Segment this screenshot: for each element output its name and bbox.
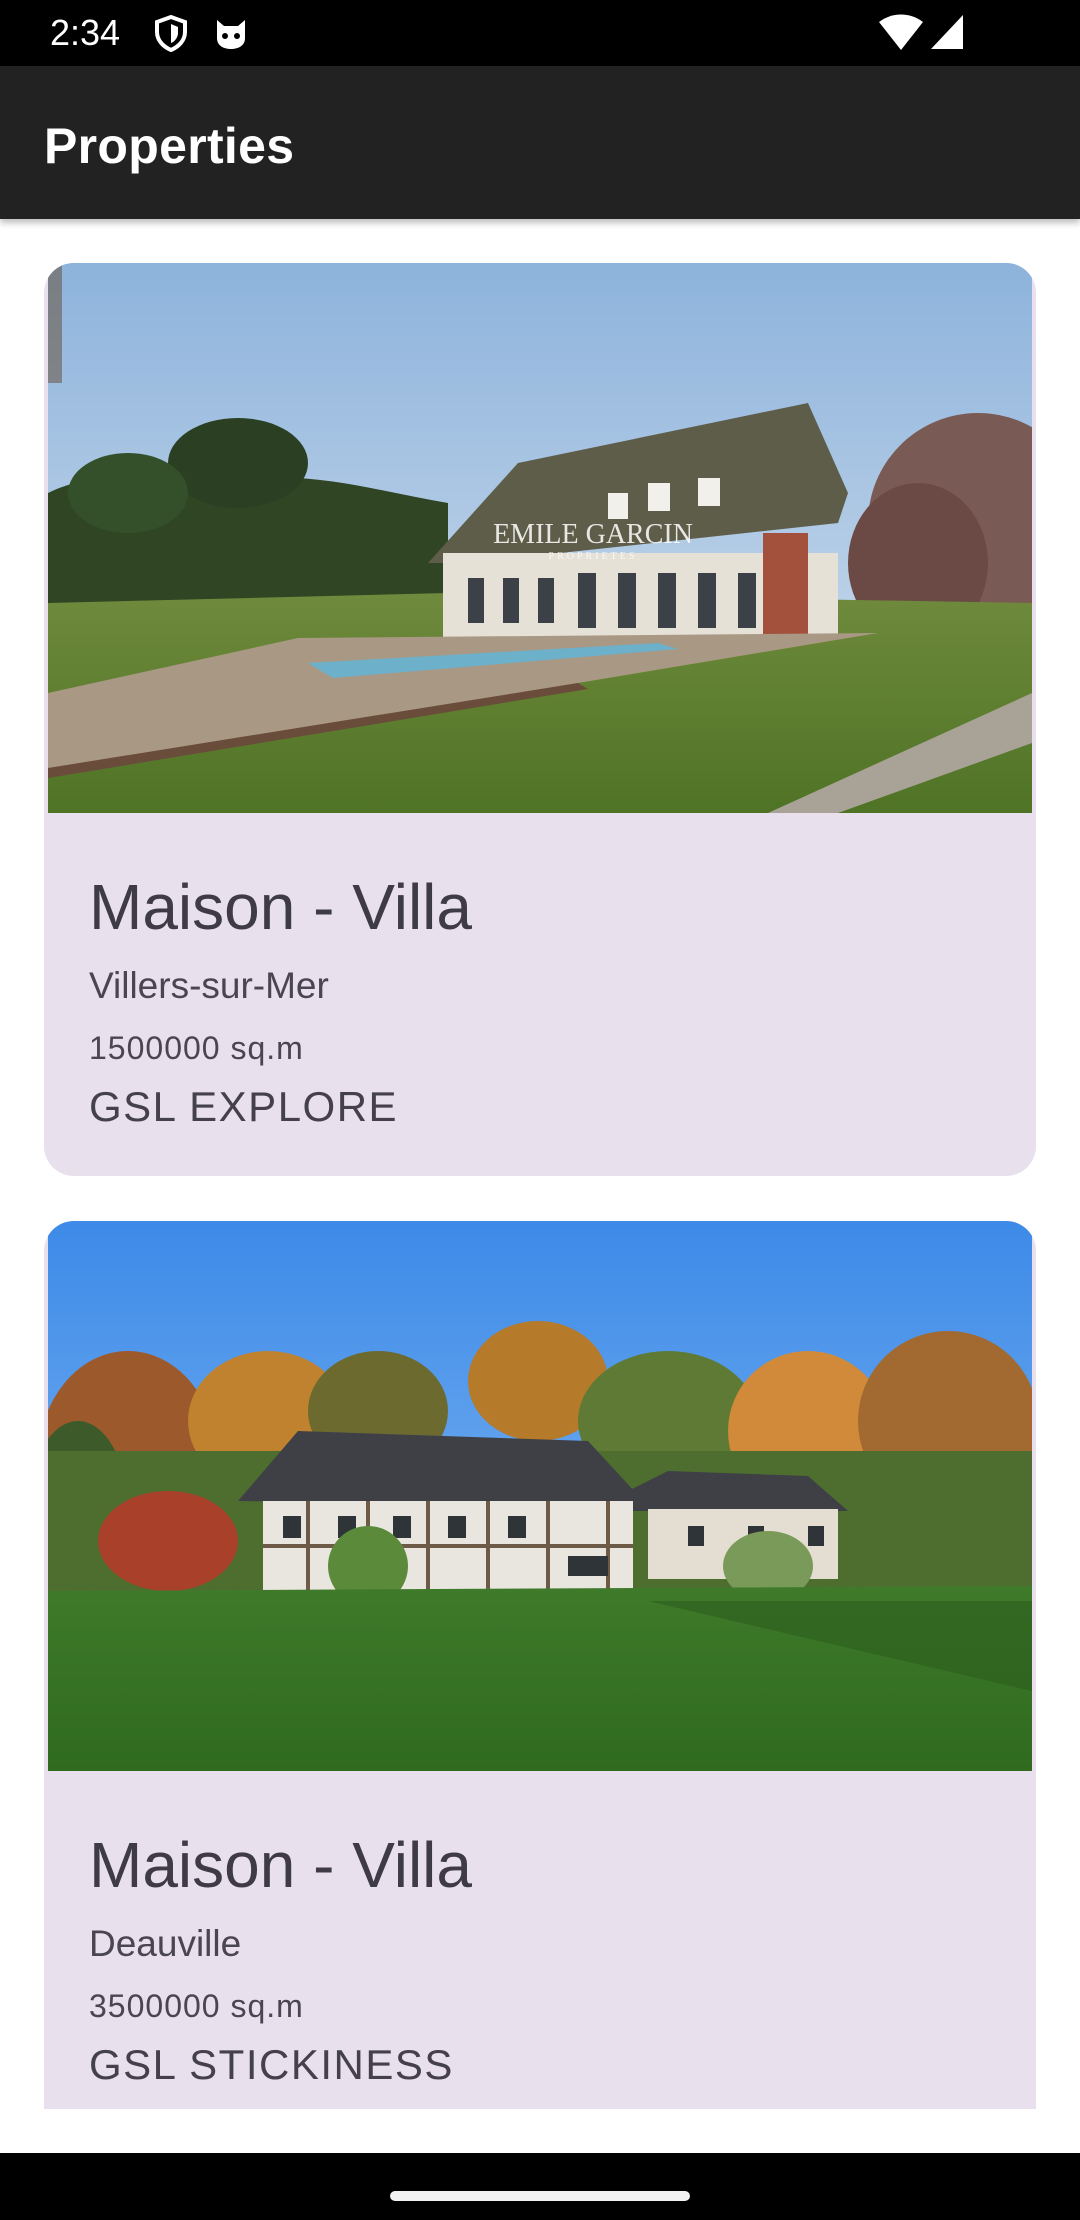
status-bar: 2:34 bbox=[0, 0, 1080, 66]
app-bar: Properties bbox=[0, 66, 1080, 219]
cell-signal-icon bbox=[930, 14, 964, 55]
property-title: Maison - Villa bbox=[89, 871, 472, 943]
property-city: Deauville bbox=[89, 1923, 242, 1964]
shield-icon bbox=[152, 14, 190, 53]
cat-face-icon bbox=[212, 14, 250, 52]
navigation-bar bbox=[0, 2153, 1080, 2220]
photo-watermark: EMILE GARCIN bbox=[493, 519, 693, 550]
property-photo: EMILE GARCIN PROPRIETES bbox=[48, 263, 1032, 813]
page-title: Properties bbox=[44, 118, 295, 174]
property-title: Maison - Villa bbox=[89, 1829, 472, 1901]
property-city: Villers-sur-Mer bbox=[89, 965, 329, 1006]
home-gesture-handle[interactable] bbox=[390, 2191, 690, 2201]
status-time: 2:34 bbox=[50, 12, 121, 53]
property-area: 1500000 sq.m bbox=[89, 1030, 304, 1066]
property-card[interactable]: Maison - Villa Deauville 3500000 sq.m GS… bbox=[44, 1221, 1036, 2109]
property-tag: GSL STICKINESS bbox=[89, 2041, 454, 2088]
photo-watermark-sub: PROPRIETES bbox=[549, 551, 638, 562]
property-photo bbox=[48, 1221, 1032, 1771]
property-area: 3500000 sq.m bbox=[89, 1988, 304, 2024]
property-card[interactable]: EMILE GARCIN PROPRIETES Maison - Villa V… bbox=[44, 263, 1036, 1176]
property-tag: GSL EXPLORE bbox=[89, 1083, 399, 1130]
wifi-icon bbox=[878, 14, 924, 57]
property-list[interactable]: EMILE GARCIN PROPRIETES Maison - Villa V… bbox=[0, 219, 1080, 2109]
